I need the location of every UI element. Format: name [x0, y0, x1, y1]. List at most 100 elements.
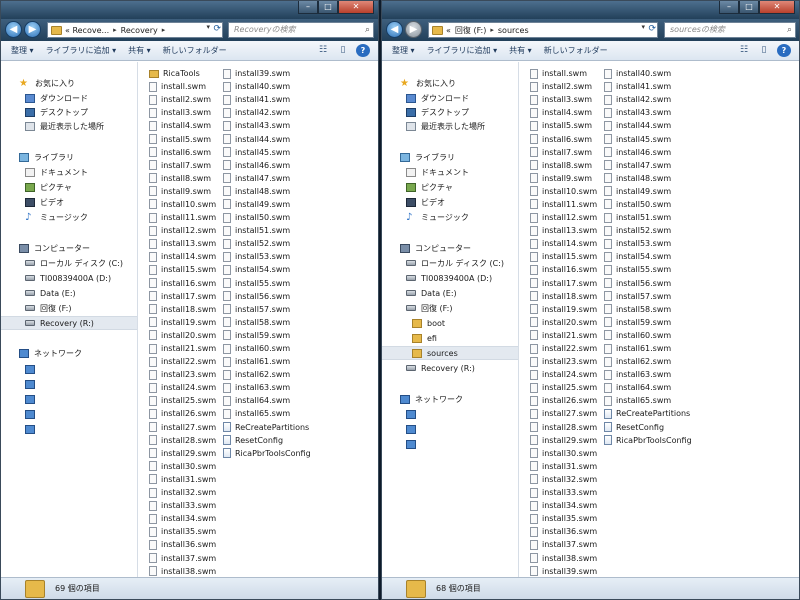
file-item[interactable]: install22.swm — [530, 342, 597, 355]
minimize-button[interactable]: – — [719, 1, 739, 14]
nav-item[interactable]: Recovery (R:) — [382, 361, 518, 375]
file-item[interactable]: install6.swm — [530, 132, 597, 145]
title-bar[interactable]: – □ ✕ — [1, 1, 378, 19]
file-item[interactable]: install11.swm — [149, 211, 216, 224]
file-item[interactable]: install14.swm — [149, 250, 216, 263]
file-item[interactable]: install13.swm — [530, 224, 597, 237]
file-item[interactable]: install60.swm — [223, 342, 311, 355]
file-item[interactable]: install38.swm — [530, 551, 597, 564]
refresh-icon[interactable]: ⟳ — [213, 24, 221, 34]
file-item[interactable]: install10.swm — [530, 185, 597, 198]
file-item[interactable]: install31.swm — [149, 473, 216, 486]
file-item[interactable]: install20.swm — [530, 316, 597, 329]
file-item[interactable]: install23.swm — [149, 368, 216, 381]
nav-item[interactable]: ローカル ディスク (C:) — [1, 256, 137, 270]
file-item[interactable]: install7.swm — [149, 159, 216, 172]
close-button[interactable]: ✕ — [759, 1, 795, 14]
file-item[interactable]: install54.swm — [604, 250, 692, 263]
file-item[interactable]: install49.swm — [223, 198, 311, 211]
file-item[interactable]: install12.swm — [149, 224, 216, 237]
nav-item[interactable]: ♪ ミュージック — [382, 210, 518, 224]
file-item[interactable]: install47.swm — [223, 172, 311, 185]
file-item[interactable]: install45.swm — [223, 146, 311, 159]
file-item[interactable]: install4.swm — [530, 106, 597, 119]
nav-item[interactable]: ライブラリ — [382, 150, 518, 164]
new-folder-button[interactable]: 新しいフォルダー — [544, 45, 608, 56]
file-item[interactable]: install15.swm — [149, 263, 216, 276]
search-input[interactable]: sourcesの検索 ⌕ — [664, 22, 796, 38]
file-item[interactable]: install19.swm — [530, 303, 597, 316]
file-item[interactable]: install20.swm — [149, 329, 216, 342]
file-item[interactable]: install31.swm — [530, 460, 597, 473]
file-item[interactable]: install35.swm — [530, 512, 597, 525]
file-item[interactable]: install12.swm — [530, 211, 597, 224]
file-item[interactable]: install58.swm — [223, 316, 311, 329]
file-item[interactable]: install2.swm — [149, 93, 216, 106]
file-item[interactable]: install35.swm — [149, 525, 216, 538]
nav-item[interactable] — [1, 422, 137, 436]
file-item[interactable]: install63.swm — [604, 368, 692, 381]
nav-item[interactable]: デスクトップ — [382, 105, 518, 119]
file-item[interactable]: install8.swm — [530, 159, 597, 172]
file-item[interactable]: install54.swm — [223, 263, 311, 276]
file-item[interactable]: install61.swm — [604, 342, 692, 355]
nav-item[interactable] — [1, 377, 137, 391]
back-button[interactable]: ◀ — [386, 21, 403, 38]
file-item[interactable]: install7.swm — [530, 146, 597, 159]
file-item[interactable]: install32.swm — [149, 486, 216, 499]
add-to-library-button[interactable]: ライブラリに追加 ▾ — [46, 45, 117, 56]
nav-item[interactable]: ダウンロード — [382, 91, 518, 105]
title-bar[interactable]: – □ ✕ — [382, 1, 799, 19]
file-item[interactable]: install11.swm — [530, 198, 597, 211]
nav-item[interactable] — [382, 422, 518, 436]
nav-item[interactable]: Data (E:) — [382, 286, 518, 300]
file-item[interactable]: install21.swm — [530, 329, 597, 342]
help-icon[interactable]: ? — [777, 44, 791, 57]
share-button[interactable]: 共有 ▾ — [128, 45, 151, 56]
file-item[interactable]: RicaPbrToolsConfig — [223, 447, 311, 460]
file-item[interactable]: install9.swm — [149, 185, 216, 198]
file-item[interactable]: install15.swm — [530, 250, 597, 263]
file-item[interactable]: install52.swm — [604, 224, 692, 237]
nav-item[interactable]: efi — [382, 331, 518, 345]
nav-item[interactable]: ローカル ディスク (C:) — [382, 256, 518, 270]
file-item[interactable]: install33.swm — [149, 499, 216, 512]
file-item[interactable]: install64.swm — [223, 394, 311, 407]
file-item[interactable]: install42.swm — [223, 106, 311, 119]
file-item[interactable]: install39.swm — [530, 565, 597, 578]
file-item[interactable]: install46.swm — [604, 146, 692, 159]
file-item[interactable]: install44.swm — [223, 132, 311, 145]
nav-item[interactable]: TI00839400A (D:) — [382, 271, 518, 285]
file-item[interactable]: install64.swm — [604, 381, 692, 394]
breadcrumb-current[interactable]: Recovery — [121, 26, 158, 35]
forward-button[interactable]: ▶ — [405, 21, 422, 38]
file-item[interactable]: install41.swm — [223, 93, 311, 106]
add-to-library-button[interactable]: ライブラリに追加 ▾ — [427, 45, 498, 56]
file-item[interactable]: install4.swm — [149, 119, 216, 132]
help-icon[interactable]: ? — [356, 44, 370, 57]
nav-item[interactable] — [1, 407, 137, 421]
file-item[interactable]: ReCreatePartitions — [604, 407, 692, 420]
file-item[interactable]: install56.swm — [223, 290, 311, 303]
nav-item[interactable]: ドキュメント — [382, 165, 518, 179]
file-item[interactable]: install39.swm — [223, 67, 311, 80]
file-item[interactable]: install38.swm — [149, 565, 216, 578]
nav-item[interactable]: 最近表示した場所 — [382, 119, 518, 133]
file-item[interactable]: ReCreatePartitions — [223, 421, 311, 434]
search-icon[interactable]: ⌕ — [787, 23, 792, 37]
file-item[interactable]: install56.swm — [604, 277, 692, 290]
file-item[interactable]: install26.swm — [149, 407, 216, 420]
address-bar[interactable]: « Recove... ▸ Recovery ▸ ▾ ⟳ — [47, 22, 223, 38]
file-item[interactable]: install19.swm — [149, 316, 216, 329]
nav-item[interactable]: コンピューター — [382, 241, 518, 255]
file-item[interactable]: ResetConfig — [604, 421, 692, 434]
search-icon[interactable]: ⌕ — [365, 23, 370, 37]
file-item[interactable]: install50.swm — [604, 198, 692, 211]
file-item[interactable]: install37.swm — [530, 538, 597, 551]
file-item[interactable]: install59.swm — [223, 329, 311, 342]
file-item[interactable]: install55.swm — [223, 277, 311, 290]
preview-pane-icon[interactable]: ▯ — [757, 44, 771, 57]
file-item[interactable]: install57.swm — [223, 303, 311, 316]
new-folder-button[interactable]: 新しいフォルダー — [163, 45, 227, 56]
file-item[interactable]: install3.swm — [149, 106, 216, 119]
